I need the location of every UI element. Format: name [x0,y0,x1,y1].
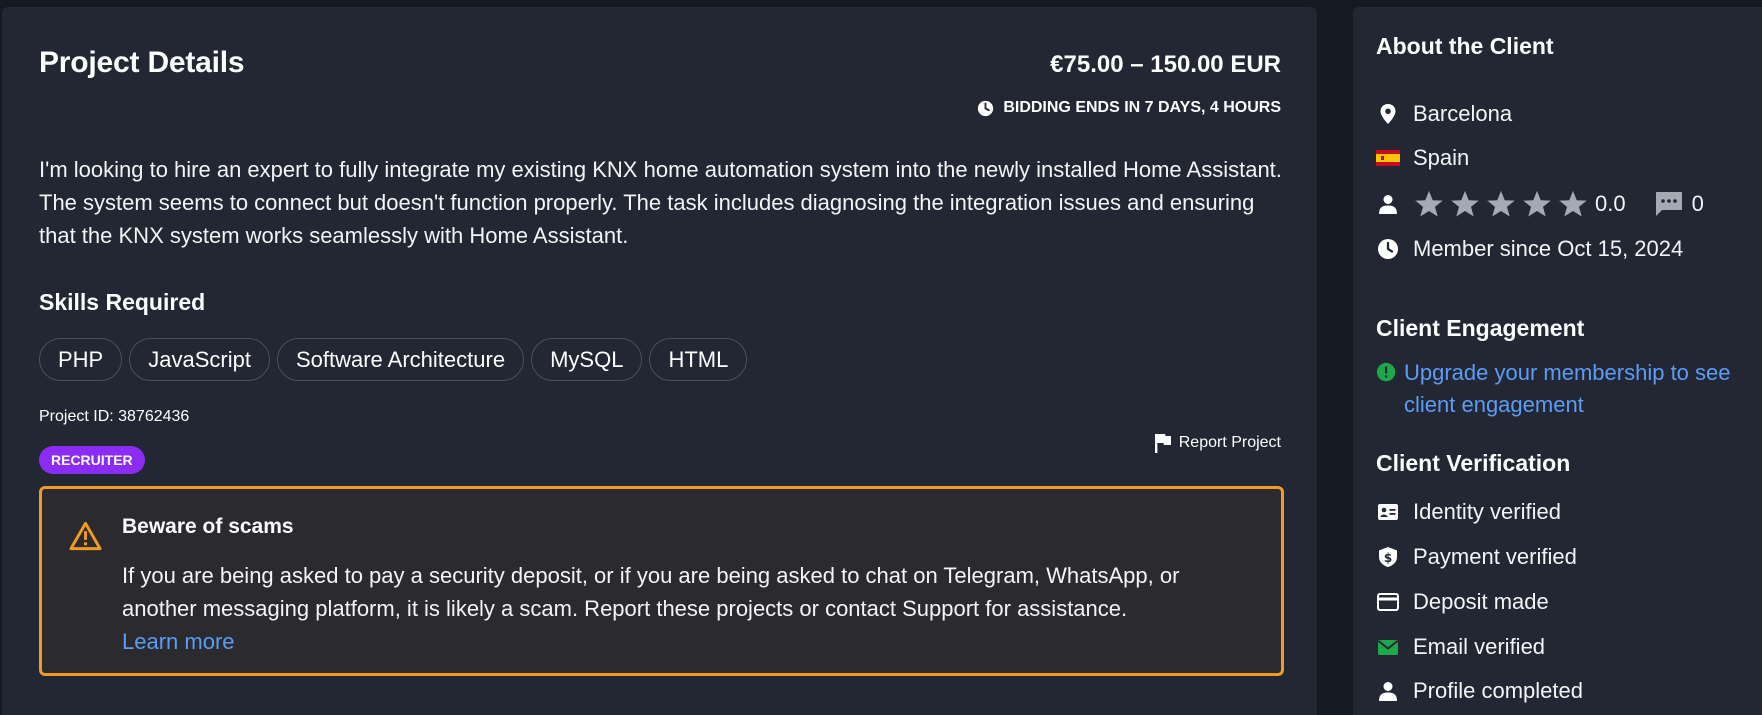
rating-stars [1413,189,1589,219]
report-project-label: Report Project [1178,434,1281,451]
clock-icon [978,100,994,116]
page: Project Details €75.00 – 150.00 EUR BIDD… [0,0,1762,715]
spain-flag-icon [1376,146,1400,170]
engagement-upgrade-row: Upgrade your membership to see client en… [1376,357,1744,421]
chat-icon [1655,192,1682,216]
report-project-link[interactable]: Report Project [1153,432,1281,454]
credit-card-icon [1376,590,1400,614]
deposit-made-text: Deposit made [1413,589,1549,614]
info-icon [1376,362,1396,382]
page-title: Project Details [39,46,245,79]
email-verified-text: Email verified [1413,634,1546,659]
star-icon [1451,190,1479,217]
scam-warning-body: If you are being asked to pay a security… [122,563,1180,621]
clock-icon [1376,237,1400,261]
verification-identity: Identity verified [1376,499,1561,525]
shield-dollar-icon: $ [1376,545,1400,569]
envelope-icon [1376,635,1400,659]
about-client-heading: About the Client [1376,33,1554,59]
client-engagement-heading: Client Engagement [1376,315,1585,341]
identity-verified-text: Identity verified [1413,499,1561,524]
scam-warning-text: If you are being asked to pay a security… [122,559,1242,658]
member-since-text: Member since Oct 15, 2024 [1413,236,1684,261]
client-sidebar: About the Client Barcelona Spain 0.0 0 M… [1353,7,1762,715]
project-id: Project ID: 38762436 [39,408,190,425]
svg-text:$: $ [1384,551,1392,565]
verification-email: Email verified [1376,634,1545,660]
star-icon [1487,190,1515,217]
user-icon [1376,192,1400,216]
skill-tag-javascript[interactable]: JavaScript [129,338,270,381]
learn-more-link[interactable]: Learn more [122,629,235,654]
skill-tag-software-architecture[interactable]: Software Architecture [276,338,525,381]
star-icon [1415,190,1443,217]
user-icon [1376,679,1400,703]
skill-tag-php[interactable]: PHP [39,338,123,381]
project-details-card: Project Details €75.00 – 150.00 EUR BIDD… [2,7,1317,715]
verification-profile: Profile completed [1376,678,1583,704]
project-description: I'm looking to hire an expert to fully i… [39,157,1282,248]
review-count: 0 [1691,191,1704,216]
client-member-since: Member since Oct 15, 2024 [1376,236,1683,262]
warning-icon [69,521,102,551]
id-card-icon [1376,500,1400,524]
client-city: Barcelona [1376,101,1512,127]
flag-icon [1154,434,1171,453]
profile-completed-text: Profile completed [1413,678,1583,703]
payment-verified-text: Payment verified [1413,544,1577,569]
star-icon [1559,190,1587,217]
scam-warning-box: Beware of scams If you are being asked t… [39,486,1284,676]
rating-value: 0.0 [1595,191,1626,216]
client-country-text: Spain [1413,145,1470,170]
bidding-text: BIDDING ENDS IN 7 DAYS, 4 HOURS [1003,99,1281,116]
verification-deposit: Deposit made [1376,589,1549,615]
skills-list: PHP JavaScript Software Architecture MyS… [39,338,748,381]
recruiter-badge: RECRUITER [39,446,145,474]
verification-payment: $ Payment verified [1376,544,1577,570]
scam-warning-title: Beware of scams [122,515,294,538]
star-icon [1523,190,1551,217]
budget-range: €75.00 – 150.00 EUR [1050,51,1281,78]
client-rating-row: 0.0 0 [1376,189,1704,219]
client-city-text: Barcelona [1413,101,1513,126]
upgrade-membership-link[interactable]: Upgrade your membership to see client en… [1404,357,1744,421]
location-icon [1376,102,1400,126]
skills-heading: Skills Required [39,289,206,315]
skill-tag-html[interactable]: HTML [649,338,748,381]
client-country: Spain [1376,145,1469,171]
bidding-deadline: BIDDING ENDS IN 7 DAYS, 4 HOURS [977,99,1281,117]
skill-tag-mysql[interactable]: MySQL [531,338,643,381]
client-verification-heading: Client Verification [1376,450,1571,476]
